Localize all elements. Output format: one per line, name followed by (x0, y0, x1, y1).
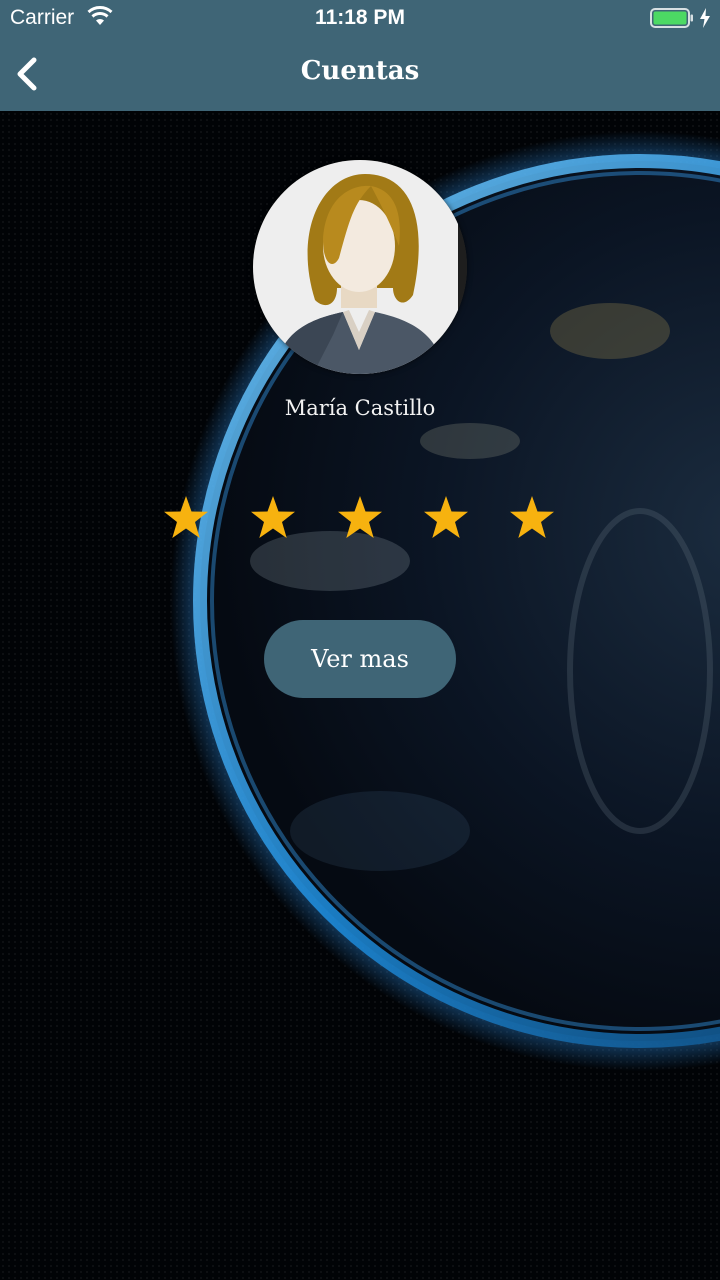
status-time: 11:18 PM (315, 6, 405, 29)
ver-mas-button[interactable]: Ver mas (264, 620, 456, 698)
star-icon[interactable] (420, 492, 472, 544)
avatar (253, 160, 467, 374)
status-bar: Carrier 11:18 PM (0, 0, 720, 40)
charging-icon (700, 8, 710, 28)
star-icon[interactable] (334, 492, 386, 544)
page-title: Cuentas (300, 56, 420, 86)
nav-bar: Cuentas (0, 40, 720, 111)
profile-name: María Castillo (284, 396, 436, 420)
star-icon[interactable] (247, 492, 299, 544)
star-icon[interactable] (160, 492, 212, 544)
female-avatar-icon (253, 160, 467, 374)
star-rating (160, 492, 560, 544)
battery-icon (650, 8, 693, 28)
header-bar: Carrier 11:18 PM Cuentas (0, 0, 720, 111)
star-icon[interactable] (506, 492, 558, 544)
